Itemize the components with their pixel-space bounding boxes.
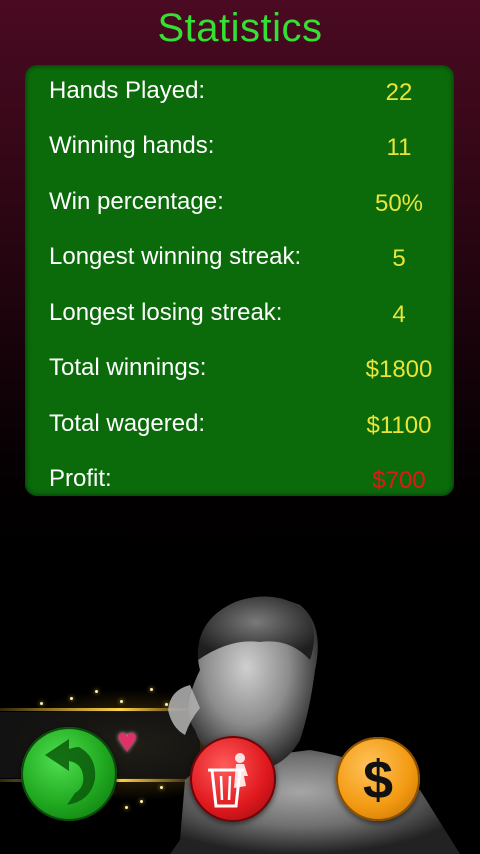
stat-label: Longest losing streak: xyxy=(49,299,283,326)
stat-row-longest-winning-streak: Longest winning streak: 5 xyxy=(25,243,454,283)
sparkle-dot xyxy=(125,806,128,809)
stat-label: Total wagered: xyxy=(49,410,206,437)
stat-row-hands-played: Hands Played: 22 xyxy=(25,77,454,117)
stat-value: 4 xyxy=(392,301,406,328)
sparkle-dot xyxy=(40,702,43,705)
stat-value: $1800 xyxy=(365,356,433,383)
delete-stats-button[interactable] xyxy=(190,736,276,822)
heart-suit-icon: ♥ xyxy=(117,722,138,760)
stat-value: 22 xyxy=(385,79,413,106)
stat-value: 50% xyxy=(374,190,424,217)
sparkle-dot xyxy=(150,688,153,691)
stat-row-win-percentage: Win percentage: 50% xyxy=(25,188,454,228)
stat-row-profit: Profit: $700 xyxy=(25,465,454,505)
money-button[interactable]: $ xyxy=(336,737,420,821)
stat-row-winning-hands: Winning hands: 11 xyxy=(25,132,454,172)
page-title: Statistics xyxy=(157,6,323,50)
stats-panel: Hands Played: 22 Winning hands: 11 Win p… xyxy=(25,65,454,496)
stat-value: $1100 xyxy=(366,412,432,439)
dollar-icon: $ xyxy=(363,750,393,810)
stat-value: 11 xyxy=(386,134,412,161)
stat-row-longest-losing-streak: Longest losing streak: 4 xyxy=(25,299,454,339)
statistics-screen: Statistics Hands Played: 22 Winning hand… xyxy=(0,0,480,854)
sparkle-dot xyxy=(95,690,98,693)
svg-text:$: $ xyxy=(363,750,393,810)
stat-label: Total winnings: xyxy=(49,354,207,381)
sparkle-dot xyxy=(120,700,123,703)
stat-value: 5 xyxy=(392,245,406,272)
trash-icon xyxy=(208,753,248,808)
back-button[interactable] xyxy=(21,727,117,821)
stat-label: Hands Played: xyxy=(49,77,206,104)
stat-value-profit: $700 xyxy=(372,467,426,494)
sparkle-dot xyxy=(140,800,143,803)
stat-label: Profit: xyxy=(49,465,112,492)
stat-label: Longest winning streak: xyxy=(49,243,302,270)
stat-label: Win percentage: xyxy=(49,188,224,215)
back-arrow-icon xyxy=(45,739,96,805)
sparkle-dot xyxy=(70,697,73,700)
stat-row-total-winnings: Total winnings: $1800 xyxy=(25,354,454,394)
stat-row-total-wagered: Total wagered: $1100 xyxy=(25,410,454,450)
stat-label: Winning hands: xyxy=(49,132,215,159)
